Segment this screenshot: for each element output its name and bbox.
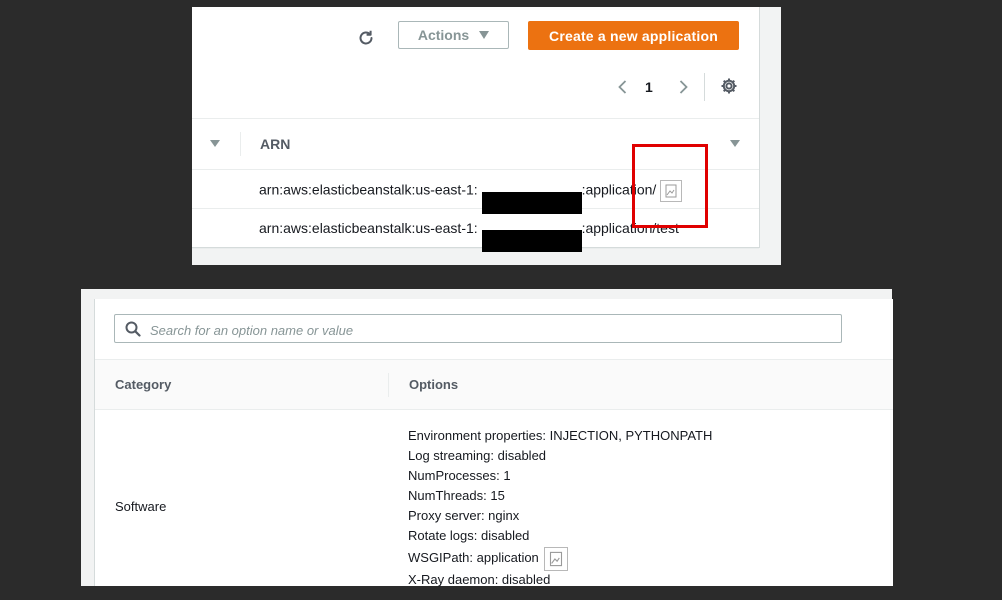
applications-table-header: ARN [192, 118, 759, 170]
arn-cell: arn:aws:elasticbeanstalk:us-east-1: :app… [259, 220, 679, 252]
configuration-card: Category Options Software Environment pr… [94, 299, 893, 587]
create-application-label: Create a new application [549, 27, 718, 44]
gear-icon[interactable] [720, 77, 738, 95]
column-header-category: Category [115, 377, 172, 392]
create-application-button[interactable]: Create a new application [528, 21, 739, 50]
arn-prefix: arn:aws:elasticbeanstalk:us-east-1: [259, 220, 478, 236]
pager-divider [704, 73, 705, 101]
actions-dropdown[interactable]: Actions [398, 21, 509, 49]
option-item: Environment properties: INJECTION, PYTHO… [408, 428, 713, 443]
option-item: NumThreads: 15 [408, 488, 505, 503]
sort-arn-icon[interactable] [730, 140, 740, 147]
category-cell: Software [115, 499, 167, 514]
next-page-icon[interactable] [675, 79, 691, 95]
table-row[interactable]: arn:aws:elasticbeanstalk:us-east-1: :app… [192, 168, 759, 214]
option-item: Rotate logs: disabled [408, 528, 530, 543]
applications-panel: Actions Create a new application 1 ARN a… [192, 7, 781, 265]
sort-select-icon[interactable] [210, 140, 220, 147]
option-item-label: WSGIPath: application [408, 550, 539, 565]
broken-image-icon [544, 546, 569, 571]
options-list: Environment properties: INJECTION, PYTHO… [408, 426, 712, 590]
search-icon [125, 321, 141, 337]
option-item-wsgipath: WSGIPath: application [408, 546, 712, 571]
arn-prefix: arn:aws:elasticbeanstalk:us-east-1: [259, 181, 478, 198]
option-item: Log streaming: disabled [408, 448, 547, 463]
refresh-icon [359, 30, 373, 45]
column-divider [388, 373, 389, 397]
option-search-field[interactable] [114, 314, 842, 343]
applications-card: Actions Create a new application 1 ARN a… [192, 7, 760, 252]
option-item: Proxy server: nginx [408, 508, 520, 523]
broken-image-icon [660, 180, 683, 202]
table-row[interactable]: arn:aws:elasticbeanstalk:us-east-1: :app… [192, 208, 759, 252]
column-header-options: Options [409, 377, 459, 392]
search-input[interactable] [148, 319, 832, 341]
column-divider [240, 132, 241, 156]
option-item: NumProcesses: 1 [408, 468, 511, 483]
caret-down-icon [479, 31, 490, 39]
arn-suffix: :application/ [581, 181, 657, 198]
configuration-panel: Category Options Software Environment pr… [81, 289, 893, 587]
previous-page-icon[interactable] [615, 79, 631, 95]
current-page-number[interactable]: 1 [645, 79, 653, 95]
column-header-arn[interactable]: ARN [260, 136, 290, 152]
arn-suffix: :application/test [581, 220, 679, 236]
refresh-button[interactable] [354, 26, 378, 50]
option-item: X-Ray daemon: disabled [408, 572, 551, 587]
configuration-table-header: Category Options [95, 359, 893, 410]
actions-label: Actions [417, 27, 470, 43]
arn-cell: arn:aws:elasticbeanstalk:us-east-1: :app… [259, 180, 683, 214]
